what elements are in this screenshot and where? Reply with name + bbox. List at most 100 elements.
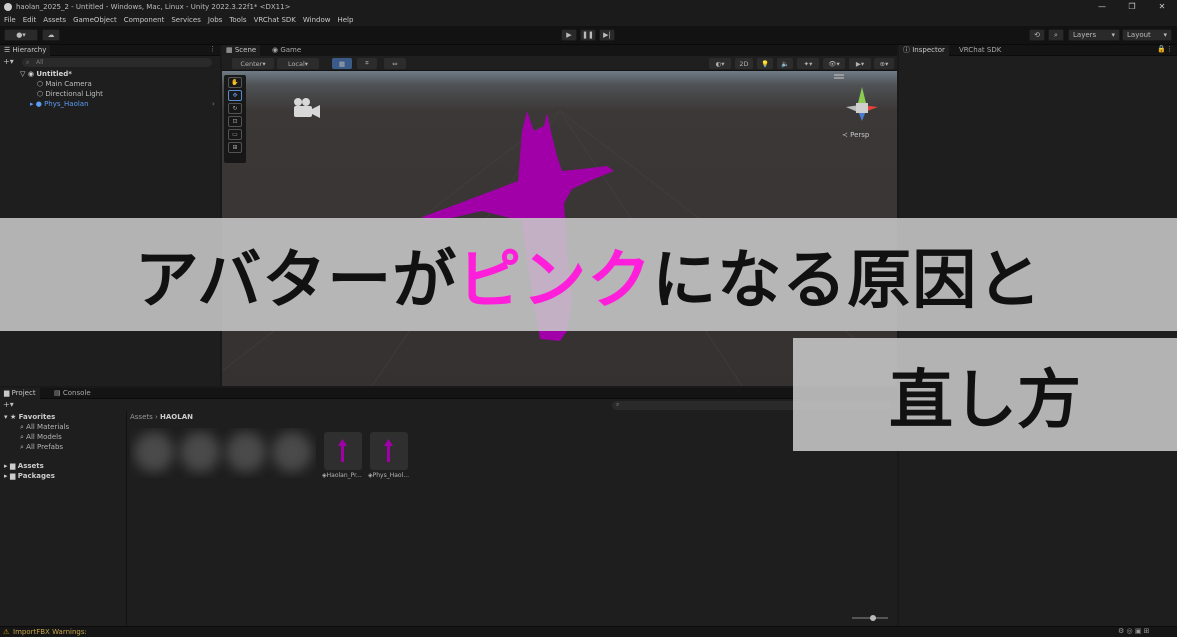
- history-button[interactable]: ⟲: [1029, 29, 1045, 41]
- visibility-dropdown[interactable]: 👁▾: [823, 58, 845, 69]
- prefab-icon: ▸ ●: [30, 100, 45, 108]
- orientation-gizmo[interactable]: [834, 74, 878, 121]
- account-button[interactable]: ●▾: [4, 29, 38, 41]
- audio-toggle[interactable]: 🔈: [777, 58, 793, 69]
- item-label: Phys_Haolan: [44, 100, 89, 108]
- scene-root[interactable]: ▽ ◉ Untitled*: [20, 70, 72, 78]
- step-button[interactable]: ▶|: [599, 29, 615, 41]
- menu-component[interactable]: Component: [124, 16, 165, 24]
- asset-thumbnail[interactable]: [370, 432, 408, 470]
- layers-dropdown[interactable]: Layers ▾: [1068, 29, 1120, 41]
- inspector-tabbar: ⓘ Inspector VRChat SDK 🔒⋮: [899, 45, 1177, 56]
- shading-icon: ◐▾: [715, 59, 725, 68]
- list-item[interactable]: ⌕ All Prefabs: [20, 443, 63, 452]
- lock-icon[interactable]: 🔒⋮: [1157, 45, 1173, 53]
- scene-tab-label: Scene: [234, 46, 257, 54]
- 2d-toggle[interactable]: 2D: [735, 58, 753, 69]
- headline-line2: 直し方: [889, 363, 1081, 438]
- item-label: Directional Light: [45, 90, 103, 98]
- menu-help[interactable]: Help: [337, 16, 353, 24]
- breadcrumb-root[interactable]: Assets: [130, 413, 153, 421]
- breadcrumb-current[interactable]: HAOLAN: [160, 413, 193, 421]
- close-button[interactable]: ✕: [1147, 0, 1177, 13]
- search-icon: ⌕: [616, 401, 620, 408]
- create-asset-button[interactable]: +▾: [3, 400, 14, 409]
- list-item[interactable]: ▸ ● Phys_Haolan: [30, 100, 89, 108]
- menu-window[interactable]: Window: [303, 16, 331, 24]
- effects-dropdown[interactable]: ✦▾: [797, 58, 819, 69]
- asset-name: Phys_Haol...: [372, 472, 409, 479]
- tab-project[interactable]: ▆ Project: [0, 388, 40, 399]
- list-item[interactable]: ⬡ Main Camera: [37, 80, 92, 88]
- console-icon: ▤: [54, 389, 63, 397]
- layout-dropdown[interactable]: Layout ▾: [1122, 29, 1172, 41]
- transform-tool-icon[interactable]: ⊞: [228, 142, 242, 153]
- title-bar: haolan_2025_2 - Untitled - Windows, Mac,…: [0, 0, 1177, 13]
- panel-menu-icon[interactable]: ⋮: [209, 45, 216, 53]
- list-item[interactable]: ⬡ Directional Light: [37, 90, 103, 98]
- zoom-slider[interactable]: [852, 615, 888, 621]
- tab-inspector[interactable]: ⓘ Inspector: [899, 45, 949, 56]
- menu-jobs[interactable]: Jobs: [208, 16, 222, 24]
- camera-dropdown[interactable]: ▶▾: [849, 58, 871, 69]
- hierarchy-search-input[interactable]: ⌕ All: [22, 58, 212, 67]
- tab-console[interactable]: ▤ Console: [50, 388, 95, 399]
- assets-folder[interactable]: ▸ ▆ Assets: [4, 462, 44, 470]
- menu-edit[interactable]: Edit: [23, 16, 37, 24]
- snap-button[interactable]: ⌗: [357, 58, 377, 69]
- scale-tool-icon[interactable]: ⊡: [228, 116, 242, 127]
- gizmos-dropdown[interactable]: ⊕▾: [874, 58, 894, 69]
- persp-label[interactable]: ≺ Persp: [842, 131, 869, 139]
- list-item[interactable]: ⌕ All Models: [20, 433, 62, 442]
- rect-tool-icon[interactable]: ▭: [228, 129, 242, 140]
- increment-button[interactable]: ⇔: [384, 58, 406, 69]
- menu-assets[interactable]: Assets: [43, 16, 66, 24]
- menu-tools[interactable]: Tools: [229, 16, 246, 24]
- rotate-tool-icon[interactable]: ↻: [228, 103, 242, 114]
- chevron-right-icon[interactable]: ›: [212, 100, 215, 108]
- grid-icon: ▦: [226, 46, 235, 54]
- lighting-toggle[interactable]: 💡: [757, 58, 773, 69]
- hand-tool-icon[interactable]: ✋: [228, 77, 242, 88]
- window-controls: — ❐ ✕: [1087, 0, 1177, 13]
- status-message[interactable]: ImportFBX Warnings:: [13, 628, 87, 636]
- status-bar: ⚠ ImportFBX Warnings: ⚙ ◎ ▣ ⊞: [0, 626, 1177, 637]
- headline-line1: アバターがピンクになる原因と: [135, 229, 1042, 321]
- inspector-panel: ⓘ Inspector VRChat SDK 🔒⋮: [899, 45, 1177, 626]
- maximize-button[interactable]: ❐: [1117, 0, 1147, 13]
- minimize-button[interactable]: —: [1087, 0, 1117, 13]
- search-button[interactable]: ⌕: [1048, 29, 1064, 41]
- add-object-button[interactable]: +▾: [3, 57, 14, 66]
- pause-button[interactable]: ❚❚: [580, 29, 596, 41]
- menu-services[interactable]: Services: [171, 16, 201, 24]
- status-icons: ⚙ ◎ ▣ ⊞: [1118, 627, 1150, 635]
- folder-icon: ▆: [4, 389, 12, 397]
- favorites-header[interactable]: ▾ ★ Favorites: [4, 413, 55, 421]
- menu-gameobject[interactable]: GameObject: [73, 16, 117, 24]
- slider-handle[interactable]: [870, 615, 876, 621]
- play-button[interactable]: ▶: [561, 29, 577, 41]
- headline-pink: ピンク: [457, 243, 653, 318]
- draw-mode-dropdown[interactable]: ◐▾: [709, 58, 731, 69]
- menu-file[interactable]: File: [4, 16, 16, 24]
- list-item[interactable]: ⌕ All Materials: [20, 423, 69, 432]
- tab-vrchat-sdk[interactable]: VRChat SDK: [955, 45, 1005, 56]
- magnet-icon: ⌗: [365, 59, 369, 67]
- tab-hierarchy[interactable]: ☰ Hierarchy: [0, 45, 51, 56]
- packages-folder[interactable]: ▸ ▆ Packages: [4, 472, 55, 480]
- space-dropdown[interactable]: Local ▾: [277, 58, 319, 69]
- favorites-label: Favorites: [18, 413, 56, 421]
- cloud-icon: ☁: [47, 31, 55, 39]
- cloud-button[interactable]: ☁: [42, 29, 60, 41]
- pivot-label: Center: [240, 59, 263, 68]
- asset-thumbnail[interactable]: [324, 432, 362, 470]
- tab-scene[interactable]: ▦ Scene: [222, 45, 261, 56]
- account-icon: ●▾: [16, 31, 26, 39]
- menu-vrchat-sdk[interactable]: VRChat SDK: [254, 16, 296, 24]
- history-icon: ⟲: [1034, 31, 1040, 39]
- pivot-dropdown[interactable]: Center ▾: [232, 58, 274, 69]
- grid-snap-button[interactable]: ▦: [332, 58, 352, 69]
- tab-game[interactable]: ◉ Game: [268, 45, 305, 56]
- grid-icon: ▦: [338, 59, 346, 68]
- move-tool-icon[interactable]: ✥: [228, 90, 242, 101]
